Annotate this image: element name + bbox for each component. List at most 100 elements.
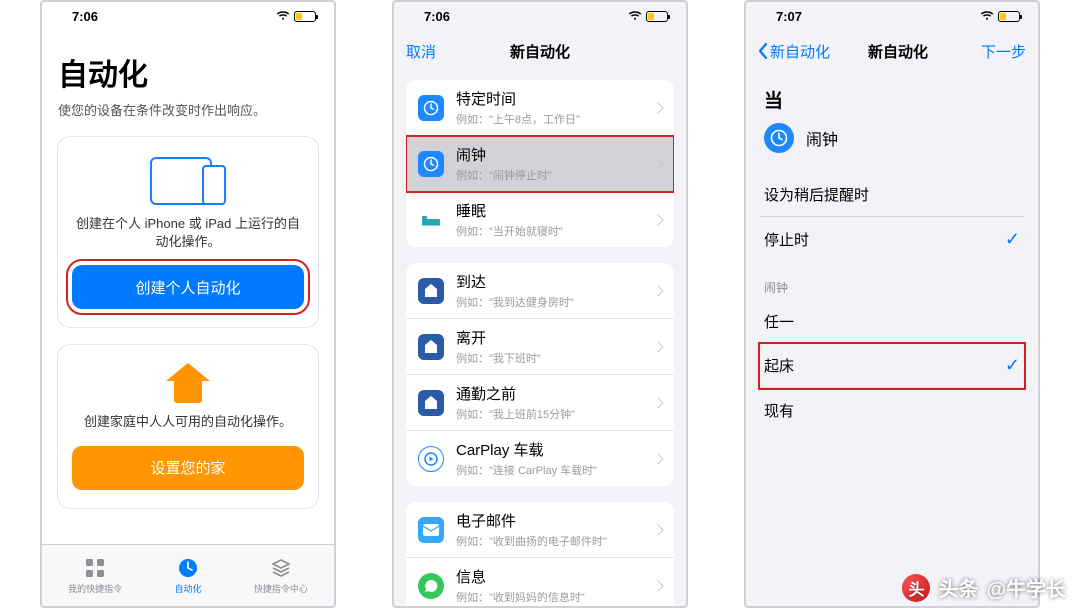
when-heading: 当 xyxy=(764,86,1020,113)
page-title: 自动化 xyxy=(58,50,318,94)
tab-label: 快捷指令中心 xyxy=(254,582,308,595)
mail-icon xyxy=(418,517,444,543)
row-label: 到达 xyxy=(456,271,654,292)
trigger-row-bed[interactable]: 睡眠例如："当开始就寝时" xyxy=(406,192,674,247)
status-bar: 7:06 xyxy=(42,2,334,30)
nav-label: 取消 xyxy=(406,41,436,62)
wifi-icon xyxy=(980,11,994,21)
clock-icon xyxy=(418,151,444,177)
status-icons xyxy=(276,11,316,22)
row-label: 电子邮件 xyxy=(456,510,654,531)
stack-icon xyxy=(270,557,292,579)
setup-home-button[interactable]: 设置您的家 xyxy=(72,446,304,490)
trigger-label: 闹钟 xyxy=(806,126,838,150)
status-bar: 7:07 xyxy=(746,2,1038,30)
nav-title: 新自动化 xyxy=(868,41,928,62)
row-label: 离开 xyxy=(456,327,654,348)
event-options: 设为稍后提醒时停止时 ✓ xyxy=(760,173,1024,261)
chevron-right-icon xyxy=(652,214,663,225)
chevron-right-icon xyxy=(652,341,663,352)
row-example: 例如："连接 CarPlay 车载时" xyxy=(456,462,654,478)
trigger-row-carplay[interactable]: CarPlay 车载例如："连接 CarPlay 车载时" xyxy=(406,431,674,486)
row-label: CarPlay 车载 xyxy=(456,439,654,460)
next-label: 下一步 xyxy=(981,41,1026,62)
status-icons xyxy=(980,11,1020,22)
trigger-row-commute[interactable]: 通勤之前例如："我上班前15分钟" xyxy=(406,375,674,431)
battery-icon xyxy=(294,11,316,22)
row-example: 例如："我上班前15分钟" xyxy=(456,406,654,422)
back-label: 新自动化 xyxy=(770,41,830,62)
tab-shortcuts[interactable]: 我的快捷指令 xyxy=(68,557,122,595)
page-subtitle: 使您的设备在条件改变时作出响应。 xyxy=(58,100,318,119)
card-caption: 创建家庭中人人可用的自动化操作。 xyxy=(72,413,304,431)
alarm-option[interactable]: 起床 ✓ xyxy=(760,344,1024,388)
personal-automation-card: 创建在个人 iPhone 或 iPad 上运行的自动化操作。 创建个人自动化 xyxy=(58,137,318,327)
chevron-right-icon xyxy=(652,102,663,113)
row-example: 例如："我下班时" xyxy=(456,350,654,366)
clock-icon xyxy=(764,123,794,153)
arrive-icon xyxy=(418,278,444,304)
row-example: 例如："收到妈妈的信息时" xyxy=(456,589,654,605)
back-button[interactable]: 新自动化 xyxy=(758,41,830,62)
status-time: 7:06 xyxy=(424,9,450,24)
trigger-row-leave[interactable]: 离开例如："我下班时" xyxy=(406,319,674,375)
trigger-row-clock[interactable]: 特定时间例如："上午8点，工作日" xyxy=(406,80,674,136)
row-example: 例如："闹钟停止时" xyxy=(456,167,654,183)
status-bar: 7:06 xyxy=(394,2,686,30)
wifi-icon xyxy=(276,11,290,21)
msg-icon xyxy=(418,573,444,599)
toutiao-logo-icon: 头 xyxy=(902,574,930,602)
nav-bar: 新自动化 新自动化 下一步 xyxy=(746,30,1038,72)
create-personal-automation-button[interactable]: 创建个人自动化 xyxy=(72,265,304,309)
option-label: 停止时 xyxy=(764,229,809,250)
trigger-row-msg[interactable]: 信息例如："收到妈妈的信息时" xyxy=(406,558,674,606)
row-label: 闹钟 xyxy=(456,144,654,165)
row-example: 例如："当开始就寝时" xyxy=(456,223,654,239)
cancel-button[interactable]: 取消 xyxy=(406,41,466,62)
checkmark-icon: ✓ xyxy=(1005,229,1020,250)
trigger-row-arrive[interactable]: 到达例如："我到达健身房时" xyxy=(406,263,674,319)
row-label: 睡眠 xyxy=(456,200,654,221)
option-label: 起床 xyxy=(764,355,794,376)
leave-icon xyxy=(418,334,444,360)
trigger-group: 到达例如："我到达健身房时"离开例如："我下班时"通勤之前例如："我上班前15分… xyxy=(406,263,674,486)
watermark-handle: @牛学长 xyxy=(986,573,1066,602)
carplay-icon xyxy=(418,446,444,472)
row-example: 例如："收到曲扬的电子邮件时" xyxy=(456,533,654,549)
row-example: 例如："我到达健身房时" xyxy=(456,294,654,310)
row-label: 通勤之前 xyxy=(456,383,654,404)
tab-label: 我的快捷指令 xyxy=(68,582,122,595)
phone-automation-home: 7:06 自动化 使您的设备在条件改变时作出响应。 创建在个人 iPhone 或… xyxy=(40,0,336,608)
grid-icon xyxy=(84,557,106,579)
trigger-summary: 闹钟 xyxy=(764,123,1020,153)
chevron-right-icon xyxy=(652,524,663,535)
trigger-row-clock[interactable]: 闹钟例如："闹钟停止时" xyxy=(406,136,674,192)
alarm-option[interactable]: 现有 xyxy=(760,388,1024,432)
button-label: 设置您的家 xyxy=(150,457,225,478)
trigger-list-scroll[interactable]: 特定时间例如："上午8点，工作日"闹钟例如："闹钟停止时"睡眠例如："当开始就寝… xyxy=(394,72,686,606)
alarm-option[interactable]: 任一 xyxy=(760,300,1024,344)
next-button[interactable]: 下一步 xyxy=(966,41,1026,62)
event-option[interactable]: 设为稍后提醒时 xyxy=(760,173,1024,217)
phone-new-automation-triggers: 7:06 取消 新自动化 特定时间例如："上午8点，工作日"闹钟例如："闹钟停止… xyxy=(392,0,688,608)
chevron-right-icon xyxy=(652,453,663,464)
tab-gallery[interactable]: 快捷指令中心 xyxy=(254,557,308,595)
bed-icon xyxy=(418,207,444,233)
tab-automation[interactable]: 自动化 xyxy=(174,557,201,595)
event-option[interactable]: 停止时 ✓ xyxy=(760,217,1024,261)
battery-icon xyxy=(998,11,1020,22)
tab-label: 自动化 xyxy=(174,582,201,595)
checkmark-icon: ✓ xyxy=(1005,355,1020,376)
chevron-left-icon xyxy=(758,43,768,59)
status-time: 7:07 xyxy=(776,9,802,24)
row-example: 例如："上午8点，工作日" xyxy=(456,111,654,127)
row-label: 特定时间 xyxy=(456,88,654,109)
home-icon xyxy=(166,363,210,403)
trigger-row-mail[interactable]: 电子邮件例如："收到曲扬的电子邮件时" xyxy=(406,502,674,558)
wifi-icon xyxy=(628,11,642,21)
chevron-right-icon xyxy=(652,580,663,591)
home-automation-card: 创建家庭中人人可用的自动化操作。 设置您的家 xyxy=(58,345,318,507)
option-label: 任一 xyxy=(764,311,794,332)
option-label: 现有 xyxy=(764,400,794,421)
devices-icon xyxy=(72,155,304,205)
